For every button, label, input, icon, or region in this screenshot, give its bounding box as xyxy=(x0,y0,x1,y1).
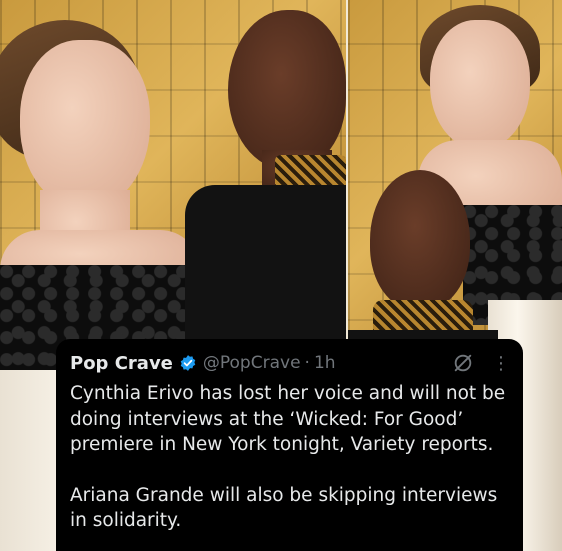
tweet-paragraph-1: Cynthia Erivo has lost her voice and wil… xyxy=(70,383,506,455)
person-a-face-right xyxy=(430,20,530,150)
tweet-body: Cynthia Erivo has lost her voice and wil… xyxy=(70,381,509,534)
author-name[interactable]: Pop Crave xyxy=(70,353,173,374)
person-a-face xyxy=(20,40,150,210)
tweet-header: Pop Crave @PopCrave · 1h ⋮ xyxy=(70,351,510,375)
verified-badge-icon xyxy=(179,354,197,372)
person-b-head xyxy=(228,10,346,170)
timestamp[interactable]: 1h xyxy=(314,353,336,373)
tweet-card[interactable]: Pop Crave @PopCrave · 1h ⋮ Cynthia Erivo… xyxy=(56,339,523,551)
person-b-head-right xyxy=(370,170,470,310)
header-separator: · xyxy=(304,353,310,373)
more-icon[interactable]: ⋮ xyxy=(492,353,510,374)
author-handle[interactable]: @PopCrave xyxy=(203,353,301,373)
grok-icon[interactable] xyxy=(452,352,474,374)
tweet-paragraph-2: Ariana Grande will also be skipping inte… xyxy=(70,484,498,532)
